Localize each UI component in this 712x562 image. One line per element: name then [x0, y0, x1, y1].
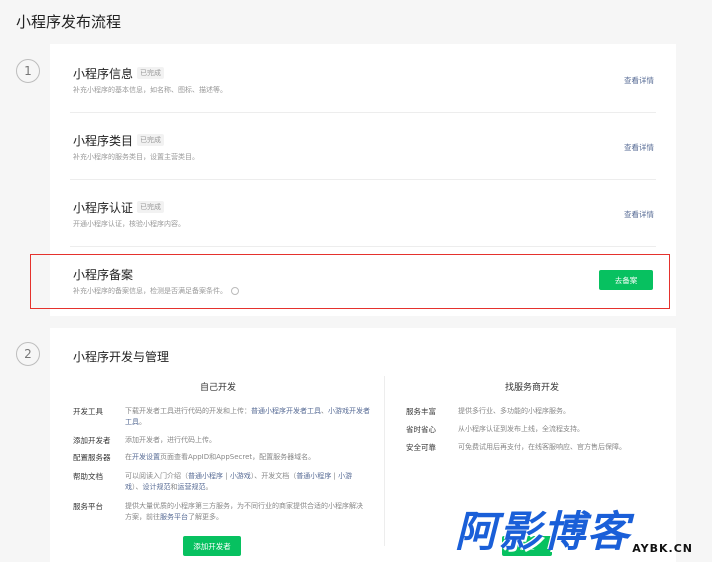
category-row: 小程序类目 已完成 补充小程序的服务类目，设置主营类目。 查看详情 — [50, 111, 676, 177]
text: 下载开发者工具进行代码的开发和上传： — [125, 407, 251, 415]
text: | — [223, 472, 230, 480]
provider-dev-title: 找服务商开发 — [505, 383, 560, 393]
text: 了解更多。 — [188, 513, 223, 521]
item-label: 配置服务器 — [73, 453, 111, 462]
row-desc: 补充小程序的备案信息，检测是否满足备案条件。 — [73, 286, 240, 296]
service-platform-link[interactable]: 服务平台 — [160, 513, 188, 521]
row-title: 小程序认证 — [73, 201, 134, 215]
view-details-link[interactable]: 查看详情 — [624, 209, 654, 220]
row-title: 小程序备案 — [73, 268, 134, 282]
item-label: 开发工具 — [73, 407, 103, 416]
completed-badge: 已完成 — [137, 134, 164, 146]
item-text: 提供多行业、多功能的小程序服务。 — [458, 407, 570, 415]
docs-mini-link[interactable]: 普通小程 — [296, 472, 324, 480]
item-label: 安全可靠 — [406, 443, 436, 452]
devtools-link[interactable]: 普通小程序开发者工具 — [251, 407, 321, 415]
design-spec-link[interactable]: 设计规范 — [143, 483, 171, 491]
intro-game-link[interactable]: 小游戏 — [230, 472, 251, 480]
text: ）、 — [132, 483, 143, 491]
intro-mini-link[interactable]: 普通小程序 — [188, 472, 223, 480]
item-text: 可以阅读入门介绍（普通小程序 | 小游戏）、开发文档（普通小程序 | 小游戏）、… — [125, 471, 363, 493]
step-2-card: 小程序开发与管理 自己开发 开发工具 下载开发者工具进行代码的开发和上传：普通小… — [50, 328, 676, 562]
verification-row: 小程序认证 已完成 开通小程序认证，核验小程序内容。 查看详情 — [50, 178, 676, 244]
item-label: 添加开发者 — [73, 436, 111, 445]
text: 可以阅读入门介绍（ — [125, 472, 188, 480]
step-1-circle: 1 — [16, 59, 40, 83]
text: 。 — [139, 418, 146, 426]
view-details-link[interactable]: 查看详情 — [624, 75, 654, 86]
self-dev-title: 自己开发 — [200, 383, 237, 393]
step-1-card: 小程序信息 已完成 补充小程序的基本信息，如名称、图标、描述等。 查看详情 小程… — [50, 44, 676, 316]
item-label: 服务平台 — [73, 502, 103, 511]
item-text: 提供大量优质的小程序第三方服务，为不同行业的商家提供合适的小程序解决方案，前往服… — [125, 501, 363, 523]
page-title: 小程序发布流程 — [16, 13, 122, 31]
dev-settings-link[interactable]: 开发设置 — [132, 453, 160, 461]
row-desc: 补充小程序的基本信息，如名称、图标、描述等。 — [73, 86, 227, 94]
go-filing-button[interactable]: 去备案 — [599, 270, 653, 290]
text: ）、开发文档（ — [250, 472, 297, 480]
item-text: 从小程序认证到发布上线，全流程支持。 — [458, 425, 584, 433]
item-label: 省时省心 — [406, 425, 436, 434]
item-text: 可免费试用后再支付，在线客服响应、官方售后保障。 — [458, 443, 626, 451]
section-title: 小程序开发与管理 — [73, 350, 170, 364]
item-label: 帮助文档 — [73, 472, 103, 481]
completed-badge: 已完成 — [137, 201, 164, 213]
filing-desc-text: 补充小程序的备案信息，检测是否满足备案条件。 — [73, 287, 227, 295]
row-desc: 开通小程序认证，核验小程序内容。 — [73, 220, 185, 228]
item-text: 在开发设置页面查看AppID和AppSecret，配置服务器域名。 — [125, 452, 375, 463]
filing-row: 小程序备案 补充小程序的备案信息，检测是否满足备案条件。 去备案 — [50, 245, 676, 311]
row-title: 小程序类目 — [73, 134, 134, 148]
ops-spec-link[interactable]: 运营规范 — [178, 483, 206, 491]
column-divider — [384, 376, 385, 546]
text: 在 — [125, 453, 132, 461]
text: 。 — [205, 483, 213, 491]
row-title: 小程序信息 — [73, 67, 134, 81]
row-desc: 补充小程序的服务类目，设置主营类目。 — [73, 153, 199, 161]
item-text: 添加开发者，进行代码上传。 — [125, 436, 216, 444]
text: 页面查看AppID和AppSecret，配置服务器域名。 — [160, 453, 316, 461]
item-text: 下载开发者工具进行代码的开发和上传：普通小程序开发者工具、小游戏开发者工具。 — [125, 406, 375, 428]
info-circle-icon[interactable] — [231, 287, 240, 295]
view-details-link[interactable]: 查看详情 — [624, 142, 654, 153]
item-label: 服务丰富 — [406, 407, 436, 416]
text: 和 — [170, 483, 178, 491]
step-2-circle: 2 — [16, 342, 40, 366]
add-developer-button[interactable]: 添加开发者 — [183, 536, 241, 556]
info-row: 小程序信息 已完成 补充小程序的基本信息，如名称、图标、描述等。 查看详情 — [50, 44, 676, 110]
completed-badge: 已完成 — [137, 67, 164, 79]
text: 、 — [321, 407, 328, 415]
go-provider-button[interactable]: 前往 — [502, 536, 552, 556]
